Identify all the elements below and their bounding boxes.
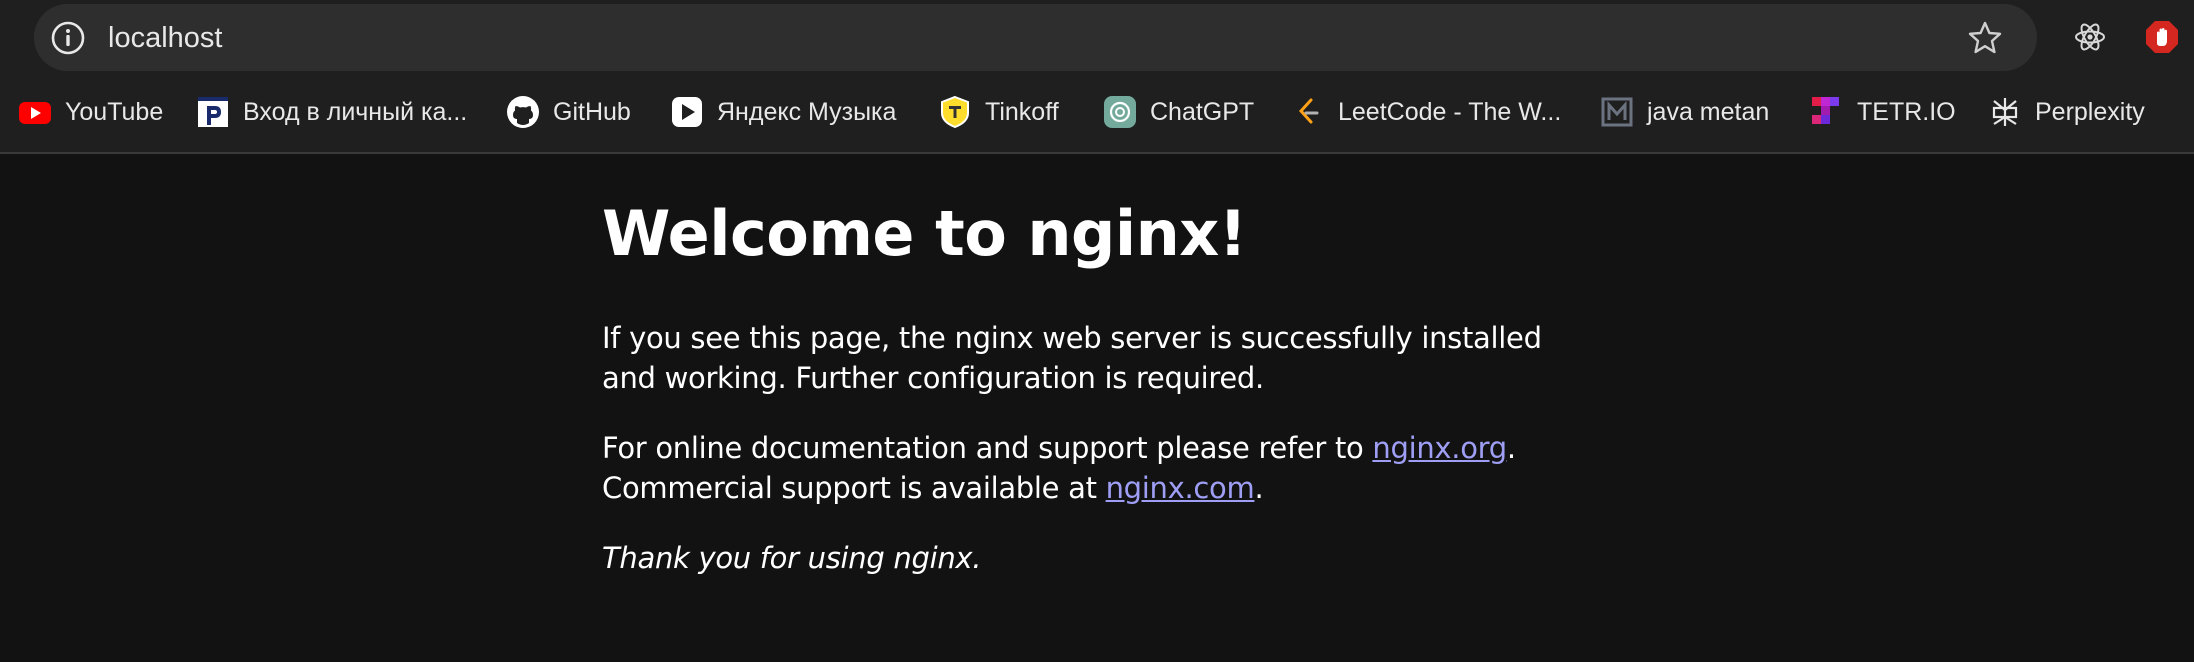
period: . [1506, 431, 1516, 465]
play-icon [672, 97, 702, 127]
bookmark-github[interactable]: GitHub [506, 94, 631, 130]
bookmark-label: ChatGPT [1150, 98, 1255, 126]
bookmark-yandex-music[interactable]: Яндекс Музыка [670, 94, 896, 130]
tinkoff-shield-icon [941, 95, 969, 129]
bookmark-label: GitHub [553, 98, 631, 126]
bookmark-label: Tinkoff [985, 98, 1059, 126]
bookmark-star-icon[interactable] [1967, 20, 2003, 56]
bookmark-label: Вход в личный ка... [243, 98, 468, 126]
bookmark-youtube[interactable]: YouTube [18, 94, 163, 130]
bookmark-personal-account[interactable]: Вход в личный ка... [196, 94, 467, 130]
tetrio-icon [1812, 97, 1839, 124]
chatgpt-icon [1104, 96, 1136, 128]
youtube-icon [19, 102, 51, 124]
github-icon [507, 96, 539, 128]
leetcode-icon [1298, 98, 1319, 124]
bookmark-tetrio[interactable]: TETR.IO [1810, 94, 1956, 130]
info-icon[interactable] [50, 20, 86, 56]
bookmarks-bar: YouTube Вход в личный ка... GitHub Яндек… [0, 74, 2194, 154]
p-logo-icon [198, 97, 228, 127]
period: . [1254, 471, 1264, 505]
bookmark-label: Яндекс Музыка [717, 98, 897, 126]
support-text: For online documentation and support ple… [602, 431, 1373, 465]
bookmark-tinkoff[interactable]: Tinkoff [938, 94, 1059, 130]
thank-you-text: Thank you for using nginx. [602, 541, 982, 575]
hand-stop-icon[interactable] [2145, 20, 2179, 54]
nginx-org-link[interactable]: nginx.org [1372, 431, 1507, 465]
commercial-support-text: Commercial support is available at [602, 471, 1106, 505]
address-bar[interactable]: localhost [34, 4, 2037, 71]
bookmark-java-metan[interactable]: java metan [1600, 94, 1769, 130]
intro-paragraph: If you see this page, the nginx web serv… [602, 321, 1542, 395]
bookmark-label: YouTube [65, 98, 164, 126]
react-devtools-icon[interactable] [2073, 20, 2107, 54]
page-title: Welcome to nginx! [602, 197, 1247, 270]
nginx-com-link[interactable]: nginx.com [1106, 471, 1255, 505]
bookmark-label: java metan [1647, 98, 1770, 126]
browser-toolbar: localhost [0, 0, 2194, 74]
support-paragraph: For online documentation and support ple… [602, 428, 1602, 508]
bookmark-perplexity[interactable]: Perplexity [1988, 94, 2145, 130]
bookmark-leetcode[interactable]: LeetCode - The W... [1291, 94, 1561, 130]
bookmark-label: LeetCode - The W... [1338, 98, 1562, 126]
bookmark-label: Perplexity [2035, 98, 2145, 126]
bookmark-label: TETR.IO [1857, 98, 1956, 126]
m-logo-icon [1601, 97, 1633, 127]
url-text[interactable]: localhost [108, 20, 222, 56]
bookmark-chatgpt[interactable]: ChatGPT [1103, 94, 1254, 130]
perplexity-icon [1992, 98, 2018, 126]
